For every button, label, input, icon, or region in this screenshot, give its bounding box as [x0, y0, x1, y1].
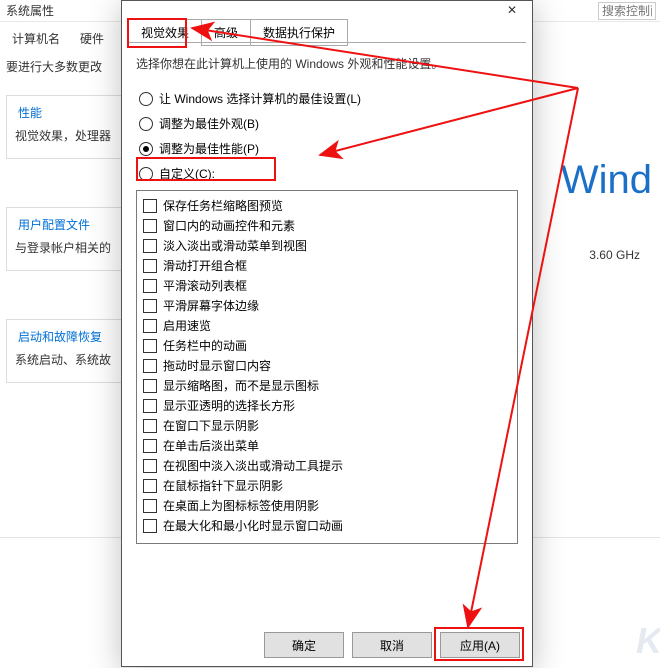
checkbox-icon [143, 319, 157, 333]
tab-hardware[interactable]: 硬件 [74, 26, 110, 51]
checkbox-icon [143, 499, 157, 513]
effect-checkbox[interactable]: 显示缩略图，而不是显示图标 [143, 377, 513, 394]
checkbox-label: 在单击后淡出菜单 [163, 437, 259, 454]
radio-custom[interactable]: 自定义(C): [136, 165, 518, 182]
cpu-speed: 3.60 GHz [589, 248, 640, 262]
checkbox-icon [143, 219, 157, 233]
profile-title: 用户配置文件 [15, 216, 93, 233]
checkbox-icon [143, 359, 157, 373]
effect-checkbox[interactable]: 在鼠标指针下显示阴影 [143, 477, 513, 494]
effect-checkbox[interactable]: 在桌面上为图标标签使用阴影 [143, 497, 513, 514]
checkbox-icon [143, 479, 157, 493]
checkbox-icon [143, 379, 157, 393]
close-icon[interactable]: ✕ [492, 1, 532, 19]
checkbox-icon [143, 299, 157, 313]
effect-checkbox[interactable]: 启用速览 [143, 317, 513, 334]
effect-checkbox[interactable]: 显示亚透明的选择长方形 [143, 397, 513, 414]
effect-checkbox[interactable]: 在视图中淡入淡出或滑动工具提示 [143, 457, 513, 474]
radio-label: 自定义(C): [159, 165, 215, 182]
checkbox-label: 保存任务栏缩略图预览 [163, 197, 283, 214]
radio-icon [139, 167, 153, 181]
checkbox-label: 启用速览 [163, 317, 211, 334]
checkbox-icon [143, 239, 157, 253]
checkbox-label: 拖动时显示窗口内容 [163, 357, 271, 374]
radio-label: 调整为最佳外观(B) [159, 115, 259, 132]
checkbox-label: 在窗口下显示阴影 [163, 417, 259, 434]
perf-title: 性能 [15, 104, 45, 121]
radio-best-performance[interactable]: 调整为最佳性能(P) [136, 140, 518, 157]
search-area [598, 2, 656, 20]
apply-button[interactable]: 应用(A) [440, 632, 520, 658]
effect-checkbox[interactable]: 在单击后淡出菜单 [143, 437, 513, 454]
checkbox-label: 平滑滚动列表框 [163, 277, 247, 294]
checkbox-icon [143, 399, 157, 413]
performance-options-dialog: ✕ 视觉效果 高级 数据执行保护 选择你想在此计算机上使用的 Windows 外… [121, 0, 533, 667]
radio-best-appearance[interactable]: 调整为最佳外观(B) [136, 115, 518, 132]
checkbox-label: 任务栏中的动画 [163, 337, 247, 354]
search-input[interactable] [598, 2, 656, 20]
checkbox-label: 在鼠标指针下显示阴影 [163, 477, 283, 494]
radio-icon [139, 142, 153, 156]
effects-list: 保存任务栏缩略图预览窗口内的动画控件和元素淡入淡出或滑动菜单到视图滑动打开组合框… [136, 190, 518, 544]
tab-computer-name[interactable]: 计算机名 [6, 26, 66, 51]
effect-checkbox[interactable]: 平滑滚动列表框 [143, 277, 513, 294]
windows-brand: Wind [561, 158, 652, 203]
radio-label: 让 Windows 选择计算机的最佳设置(L) [159, 90, 361, 107]
checkbox-label: 滑动打开组合框 [163, 257, 247, 274]
checkbox-label: 窗口内的动画控件和元素 [163, 217, 295, 234]
checkbox-icon [143, 439, 157, 453]
radio-icon [139, 117, 153, 131]
checkbox-label: 显示缩略图，而不是显示图标 [163, 377, 319, 394]
checkbox-label: 平滑屏幕字体边缘 [163, 297, 259, 314]
checkbox-label: 在最大化和最小化时显示窗口动画 [163, 517, 343, 534]
effect-checkbox[interactable]: 任务栏中的动画 [143, 337, 513, 354]
checkbox-icon [143, 519, 157, 533]
effect-checkbox[interactable]: 拖动时显示窗口内容 [143, 357, 513, 374]
checkbox-icon [143, 419, 157, 433]
checkbox-label: 淡入淡出或滑动菜单到视图 [163, 237, 307, 254]
checkbox-icon [143, 199, 157, 213]
ok-button[interactable]: 确定 [264, 632, 344, 658]
intro-text: 选择你想在此计算机上使用的 Windows 外观和性能设置。 [136, 55, 518, 72]
radio-icon [139, 92, 153, 106]
effect-checkbox[interactable]: 保存任务栏缩略图预览 [143, 197, 513, 214]
effect-checkbox[interactable]: 淡入淡出或滑动菜单到视图 [143, 237, 513, 254]
checkbox-icon [143, 279, 157, 293]
checkbox-icon [143, 259, 157, 273]
cancel-button[interactable]: 取消 [352, 632, 432, 658]
checkbox-label: 显示亚透明的选择长方形 [163, 397, 295, 414]
checkbox-icon [143, 339, 157, 353]
checkbox-icon [143, 459, 157, 473]
startup-title: 启动和故障恢复 [15, 328, 105, 345]
effect-checkbox[interactable]: 滑动打开组合框 [143, 257, 513, 274]
watermark: K [636, 620, 660, 662]
effect-checkbox[interactable]: 窗口内的动画控件和元素 [143, 217, 513, 234]
effect-checkbox[interactable]: 在最大化和最小化时显示窗口动画 [143, 517, 513, 534]
checkbox-label: 在视图中淡入淡出或滑动工具提示 [163, 457, 343, 474]
effect-checkbox[interactable]: 在窗口下显示阴影 [143, 417, 513, 434]
checkbox-label: 在桌面上为图标标签使用阴影 [163, 497, 319, 514]
effect-checkbox[interactable]: 平滑屏幕字体边缘 [143, 297, 513, 314]
radio-label: 调整为最佳性能(P) [159, 140, 259, 157]
radio-let-windows[interactable]: 让 Windows 选择计算机的最佳设置(L) [136, 90, 518, 107]
